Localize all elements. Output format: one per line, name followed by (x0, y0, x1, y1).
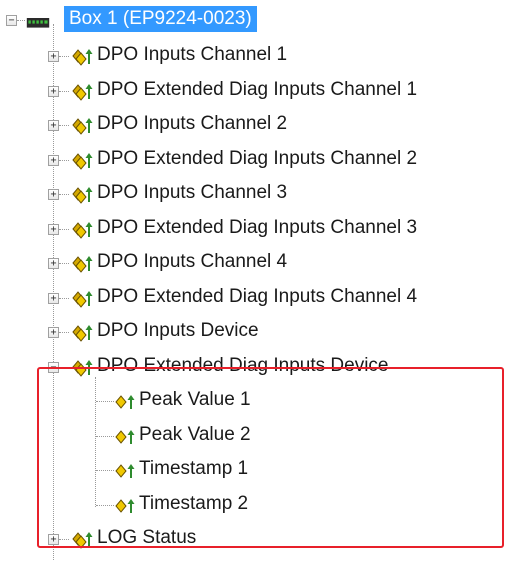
tree-group-label[interactable]: DPO Extended Diag Inputs Channel 2 (97, 148, 417, 170)
tree-guide-line (59, 125, 69, 126)
tree-group-row[interactable]: + DPO Inputs Channel 1 (0, 40, 524, 74)
tree-group-row[interactable]: + DPO Extended Diag Inputs Channel 4 (0, 282, 524, 316)
tree-group-row[interactable]: + DPO Inputs Channel 4 (0, 247, 524, 281)
tree-group-label[interactable]: DPO Inputs Device (97, 320, 259, 342)
expand-icon[interactable]: + (48, 85, 59, 97)
tree-group-row[interactable]: + DPO Extended Diag Inputs Channel 3 (0, 213, 524, 247)
tree-guide-line (59, 56, 69, 57)
tree-group-label[interactable]: DPO Extended Diag Inputs Channel 4 (97, 286, 417, 308)
tree-guide-line (59, 228, 69, 230)
tree-guide-line (17, 20, 25, 21)
expand-icon[interactable]: + (48, 154, 59, 166)
input-group-icon (72, 49, 93, 66)
highlight-annotation-box (37, 367, 504, 548)
tree-group-row[interactable]: + DPO Extended Diag Inputs Channel 1 (0, 75, 524, 109)
input-group-icon (72, 325, 93, 342)
input-group-icon (72, 118, 93, 135)
tree-group-row[interactable]: + DPO Extended Diag Inputs Channel 2 (0, 144, 524, 178)
expand-icon[interactable]: + (48, 327, 59, 338)
ethercat-box-icon (26, 18, 50, 28)
tree-group-label[interactable]: DPO Extended Diag Inputs Channel 1 (97, 79, 417, 101)
tree-group-row[interactable]: + DPO Inputs Channel 2 (0, 109, 524, 143)
tree-root-label[interactable]: Box 1 (EP9224-0023) (64, 6, 257, 32)
expand-icon[interactable]: + (48, 223, 59, 235)
tree-guide-line (59, 90, 69, 92)
tree-group-label[interactable]: DPO Extended Diag Inputs Channel 3 (97, 217, 417, 239)
tree-group-label[interactable]: DPO Inputs Channel 4 (97, 251, 287, 273)
tree-group-row[interactable]: + DPO Inputs Channel 3 (0, 178, 524, 212)
collapse-icon[interactable]: − (6, 15, 17, 26)
tree-group-label[interactable]: DPO Inputs Channel 2 (97, 113, 287, 135)
input-group-icon (72, 152, 93, 170)
expand-icon[interactable]: + (48, 120, 59, 131)
tree-guide-line (59, 332, 69, 333)
input-group-icon (72, 83, 93, 101)
tree-group-row[interactable]: + DPO Inputs Device (0, 316, 524, 350)
tree-group-label[interactable]: DPO Inputs Channel 1 (97, 44, 287, 66)
tree-guide-line (59, 263, 69, 264)
expand-icon[interactable]: + (48, 51, 59, 62)
expand-icon[interactable]: + (48, 258, 59, 269)
tree-guide-line (59, 194, 69, 195)
expand-icon[interactable]: + (48, 292, 59, 304)
tree-root-row[interactable]: − Box 1 (EP9224-0023) (0, 4, 524, 38)
input-group-icon (72, 221, 93, 239)
tree-guide-line (59, 297, 69, 299)
tree-guide-line (59, 159, 69, 161)
input-group-icon (72, 187, 93, 204)
io-tree: − Box 1 (EP9224-0023) + DPO Inputs Chann… (0, 0, 524, 582)
input-group-icon (72, 290, 93, 308)
input-group-icon (72, 256, 93, 273)
expand-icon[interactable]: + (48, 189, 59, 200)
tree-group-label[interactable]: DPO Inputs Channel 3 (97, 182, 287, 204)
